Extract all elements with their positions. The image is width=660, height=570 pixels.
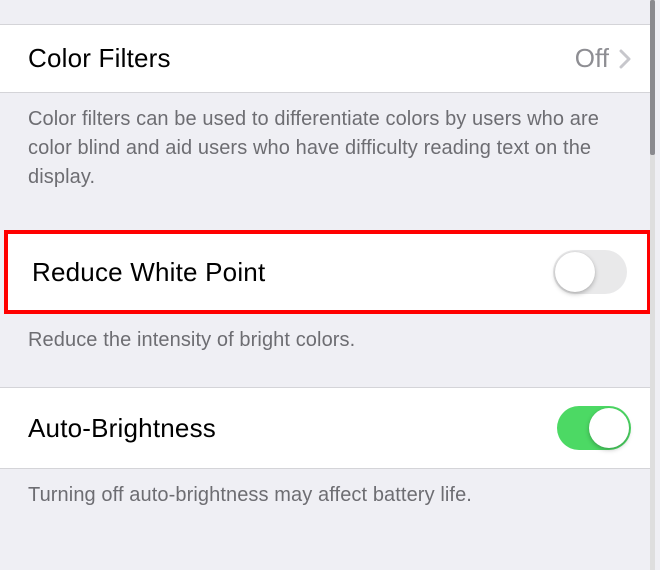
reduce-white-point-toggle[interactable] bbox=[553, 250, 627, 294]
auto-brightness-label: Auto-Brightness bbox=[28, 413, 216, 444]
settings-panel: Color Filters Off Color filters can be u… bbox=[0, 0, 655, 570]
highlight-annotation: Reduce White Point bbox=[4, 230, 651, 314]
auto-brightness-description: Turning off auto-brightness may affect b… bbox=[0, 469, 655, 538]
color-filters-value: Off bbox=[575, 43, 609, 74]
color-filters-row[interactable]: Color Filters Off bbox=[0, 24, 655, 93]
reduce-white-point-description: Reduce the intensity of bright colors. bbox=[0, 314, 655, 377]
scrollbar-thumb[interactable] bbox=[650, 0, 655, 155]
auto-brightness-row[interactable]: Auto-Brightness bbox=[0, 387, 655, 469]
cell-right-group: Off bbox=[575, 43, 631, 74]
chevron-right-icon bbox=[619, 49, 631, 69]
spacer bbox=[0, 220, 655, 230]
reduce-white-point-label: Reduce White Point bbox=[32, 257, 265, 288]
spacer bbox=[0, 377, 655, 387]
auto-brightness-toggle[interactable] bbox=[557, 406, 631, 450]
spacer bbox=[0, 0, 655, 24]
reduce-white-point-row[interactable]: Reduce White Point bbox=[8, 234, 647, 310]
toggle-knob-icon bbox=[589, 408, 629, 448]
color-filters-label: Color Filters bbox=[28, 43, 171, 74]
toggle-knob-icon bbox=[555, 252, 595, 292]
color-filters-description: Color filters can be used to differentia… bbox=[0, 93, 655, 220]
